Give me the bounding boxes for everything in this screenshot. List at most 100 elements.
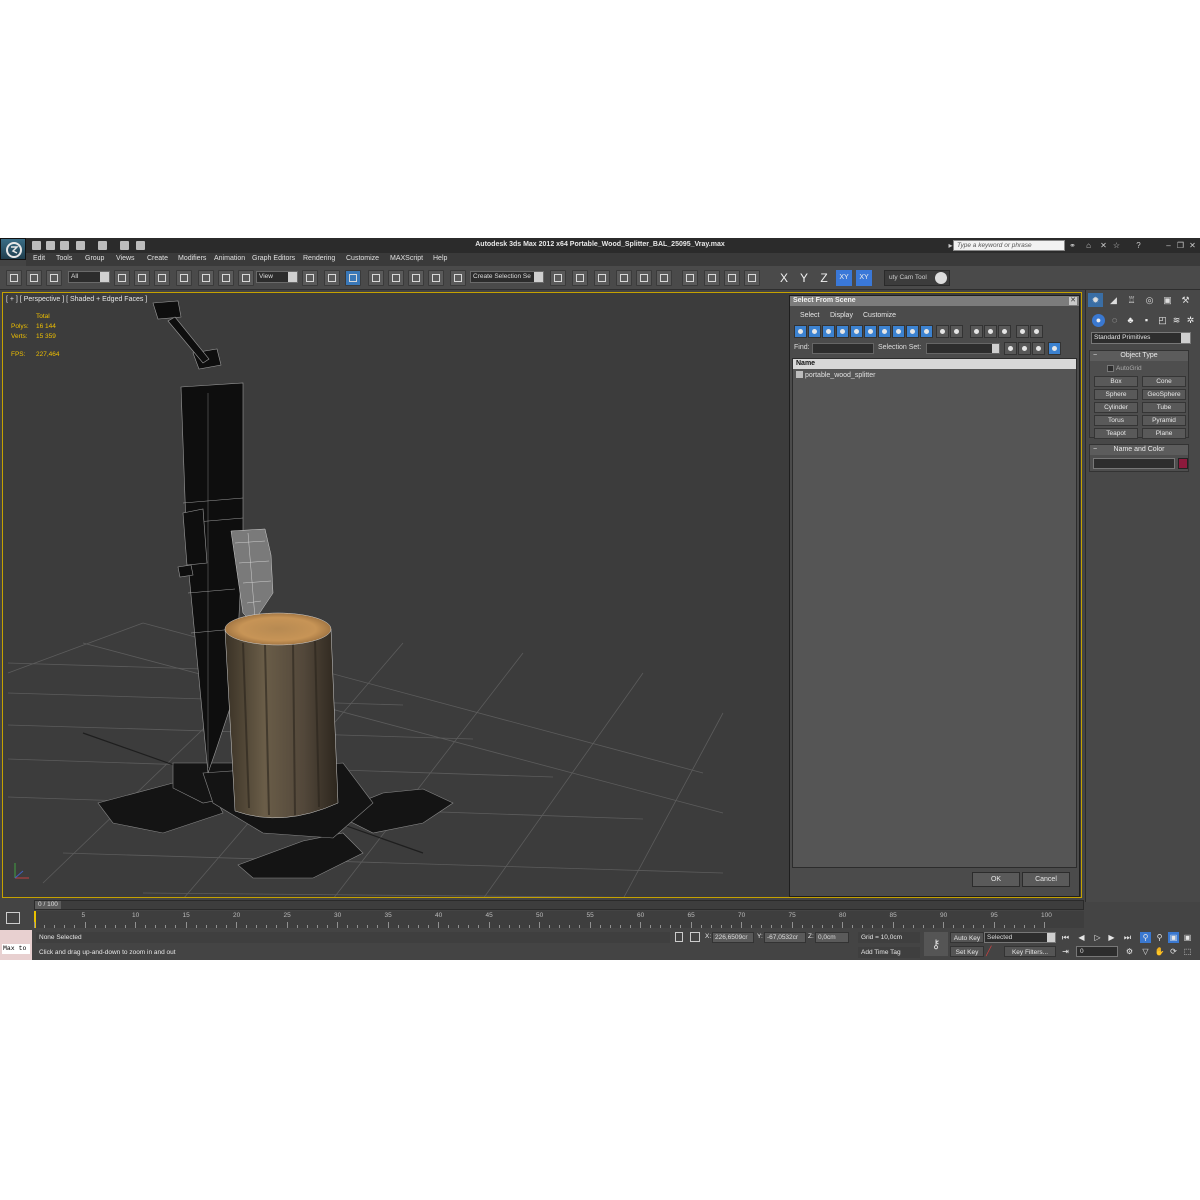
layer-manager-icon[interactable] bbox=[594, 270, 610, 286]
menu-help[interactable]: Help bbox=[433, 255, 447, 262]
undo-icon[interactable] bbox=[76, 241, 85, 250]
select-manipulate-icon[interactable] bbox=[324, 270, 340, 286]
menu-tools[interactable]: Tools bbox=[56, 255, 72, 262]
filter-options-icon[interactable] bbox=[1030, 325, 1043, 338]
box-button[interactable]: Box bbox=[1094, 376, 1138, 387]
z-coord-field[interactable]: 0,0cm bbox=[815, 932, 849, 943]
plane-button[interactable]: Plane bbox=[1142, 428, 1186, 439]
select-by-name-icon[interactable] bbox=[134, 270, 150, 286]
dialog-title[interactable]: Select From Scene bbox=[790, 296, 1079, 306]
object-color-swatch[interactable] bbox=[1178, 458, 1188, 469]
menu-edit[interactable]: Edit bbox=[33, 255, 45, 262]
x-coord-field[interactable]: 226,6509cr bbox=[712, 932, 754, 943]
rendered-frame-window-icon[interactable] bbox=[724, 270, 740, 286]
find-input[interactable] bbox=[812, 343, 874, 354]
dialog-menu-display[interactable]: Display bbox=[830, 312, 853, 319]
zoom-all-icon[interactable]: ⚲ bbox=[1154, 932, 1165, 943]
primitive-category-dropdown[interactable]: Standard Primitives bbox=[1091, 332, 1191, 344]
absolute-mode-icon[interactable] bbox=[690, 932, 700, 942]
previous-frame-icon[interactable]: ◀ bbox=[1076, 932, 1087, 943]
edit-named-selection-icon[interactable] bbox=[450, 270, 466, 286]
current-frame-field[interactable]: 0 bbox=[1076, 946, 1118, 957]
dialog-menu-select[interactable]: Select bbox=[800, 312, 819, 319]
select-none-icon[interactable] bbox=[984, 325, 997, 338]
set-key-icon[interactable]: ╱ bbox=[986, 946, 1000, 957]
menu-create[interactable]: Create bbox=[147, 255, 168, 262]
play-icon[interactable]: ▷ bbox=[1092, 932, 1103, 943]
restore-icon[interactable]: ❐ bbox=[1176, 241, 1185, 250]
time-slider-thumb[interactable]: 0 / 100 bbox=[35, 901, 61, 909]
schematic-view-icon[interactable] bbox=[656, 270, 672, 286]
select-all-icon[interactable] bbox=[970, 325, 983, 338]
display-helpers-icon[interactable] bbox=[850, 325, 863, 338]
rotate-icon[interactable] bbox=[218, 270, 234, 286]
material-editor-icon[interactable] bbox=[682, 270, 698, 286]
subscription-icon[interactable]: ⌂ bbox=[1084, 241, 1093, 250]
auto-key-button[interactable]: Auto Key bbox=[950, 932, 984, 943]
display-lights-icon[interactable] bbox=[822, 325, 835, 338]
go-to-end-icon[interactable]: ⏭ bbox=[1122, 932, 1133, 943]
motion-tab-icon[interactable]: ◎ bbox=[1142, 293, 1157, 307]
close-icon[interactable]: ✕ bbox=[1188, 241, 1197, 250]
display-shapes-icon[interactable] bbox=[808, 325, 821, 338]
display-geometry-icon[interactable] bbox=[794, 325, 807, 338]
curve-editor-icon[interactable] bbox=[636, 270, 652, 286]
selection-filter-dropdown[interactable]: All bbox=[68, 271, 110, 283]
menu-graph-editors[interactable]: Graph Editors bbox=[252, 255, 295, 262]
select-object-icon[interactable] bbox=[114, 270, 130, 286]
zoom-extents-all-icon[interactable]: ▣ bbox=[1182, 932, 1193, 943]
display-groups-icon[interactable] bbox=[878, 325, 891, 338]
zoom-extents-icon[interactable]: ▣ bbox=[1168, 932, 1179, 943]
restrict-y-button[interactable]: Y bbox=[796, 270, 812, 286]
communication-icon[interactable]: ✕ bbox=[1099, 241, 1108, 250]
list-item[interactable]: portable_wood_splitter bbox=[796, 371, 875, 379]
dialog-close-icon[interactable]: ✕ bbox=[1069, 297, 1077, 305]
zoom-icon[interactable]: ⚲ bbox=[1140, 932, 1151, 943]
next-frame-icon[interactable]: ▶ bbox=[1106, 932, 1117, 943]
tube-button[interactable]: Tube bbox=[1142, 402, 1186, 413]
lock-selection-icon[interactable] bbox=[675, 932, 683, 942]
binoculars-icon[interactable]: ⚭ bbox=[1068, 241, 1077, 250]
render-setup-icon[interactable] bbox=[704, 270, 720, 286]
shapes-category-icon[interactable]: ◌ bbox=[1108, 314, 1121, 327]
menu-maxscript[interactable]: MAXScript bbox=[390, 255, 423, 262]
add-to-set-icon[interactable] bbox=[1018, 342, 1031, 355]
field-of-view-icon[interactable]: ▽ bbox=[1140, 946, 1151, 957]
key-mode-dropdown[interactable]: Selected bbox=[984, 932, 1056, 943]
save-file-icon[interactable] bbox=[60, 241, 69, 250]
key-mode-toggle-icon[interactable]: ⇥ bbox=[1060, 946, 1071, 957]
new-file-icon[interactable] bbox=[32, 241, 41, 250]
app-logo-icon[interactable] bbox=[0, 238, 26, 260]
object-list[interactable]: Name portable_wood_splitter bbox=[792, 358, 1077, 868]
lights-category-icon[interactable]: ♣ bbox=[1124, 314, 1137, 327]
timeline-icon[interactable] bbox=[6, 912, 20, 924]
cancel-button[interactable]: Cancel bbox=[1022, 872, 1070, 887]
percent-snap-icon[interactable] bbox=[408, 270, 424, 286]
autogrid-checkbox[interactable] bbox=[1107, 365, 1114, 372]
time-config-icon[interactable]: ⚙ bbox=[1124, 946, 1135, 957]
pyramid-button[interactable]: Pyramid bbox=[1142, 415, 1186, 426]
select-invert-icon[interactable] bbox=[998, 325, 1011, 338]
key-filters-button[interactable]: Key Filters... bbox=[1004, 946, 1056, 957]
selection-set-dropdown[interactable] bbox=[926, 343, 1000, 354]
display-space-warps-icon[interactable] bbox=[864, 325, 877, 338]
align-icon[interactable] bbox=[572, 270, 588, 286]
display-cameras-icon[interactable] bbox=[836, 325, 849, 338]
track-bar[interactable]: 5 10 15 20 25 30 35 40 45 50 55 60 65 70 75 80 85 90 95 100 bbox=[34, 911, 1084, 928]
helpers-category-icon[interactable]: ◰ bbox=[1156, 314, 1169, 327]
name-and-color-title[interactable]: − Name and Color bbox=[1090, 445, 1188, 455]
restrict-xy-cycle-button[interactable]: XY bbox=[856, 270, 872, 286]
go-to-start-icon[interactable]: ⏮ bbox=[1060, 932, 1071, 943]
render-production-icon[interactable] bbox=[744, 270, 760, 286]
display-bones-icon[interactable] bbox=[906, 325, 919, 338]
object-name-field[interactable] bbox=[1093, 458, 1175, 469]
display-tab-icon[interactable]: ▣ bbox=[1160, 293, 1175, 307]
help-icon[interactable]: ? bbox=[1134, 241, 1143, 250]
create-tab-icon[interactable]: ✹ bbox=[1088, 293, 1103, 307]
menu-modifiers[interactable]: Modifiers bbox=[178, 255, 206, 262]
hold-icon[interactable] bbox=[120, 241, 129, 250]
time-slider[interactable]: 0 / 100 bbox=[34, 900, 1084, 910]
sphere-button[interactable]: Sphere bbox=[1094, 389, 1138, 400]
add-time-tag[interactable]: Add Time Tag bbox=[858, 947, 920, 958]
hierarchy-tab-icon[interactable]: ♖ bbox=[1124, 293, 1139, 307]
